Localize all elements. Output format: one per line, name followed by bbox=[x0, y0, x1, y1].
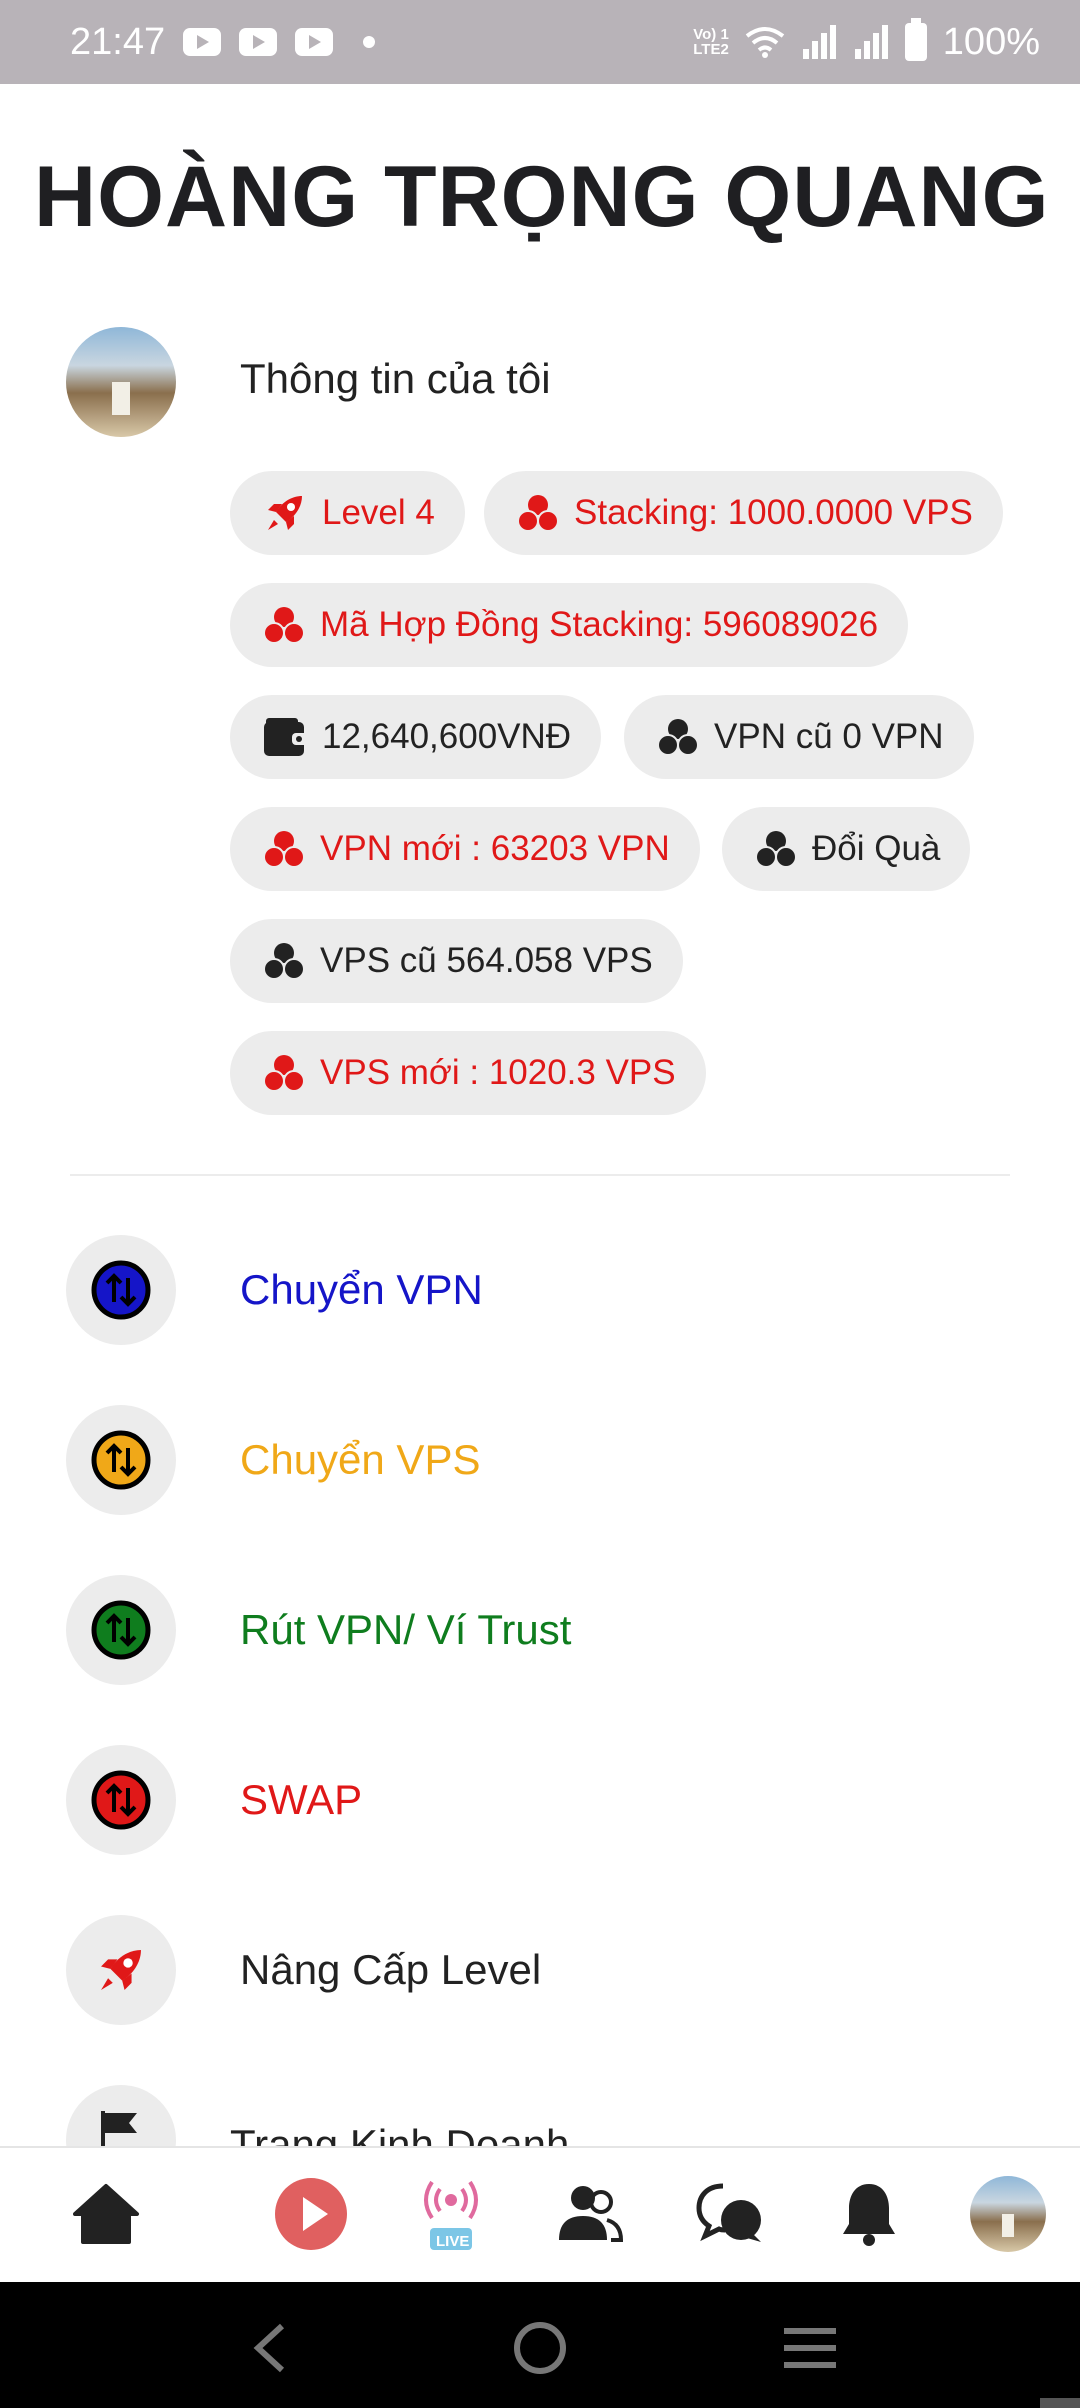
vps-old-chip[interactable]: VPS cũ 564.058 VPS bbox=[230, 919, 683, 1003]
signal-icon bbox=[802, 25, 836, 59]
youtube-notification-icon bbox=[295, 28, 334, 56]
wallet-icon bbox=[264, 718, 308, 756]
vpn-new-label: VPN mới : 63203 VPN bbox=[320, 829, 670, 868]
coins-icon bbox=[263, 1055, 305, 1092]
wallet-balance: 12,640,600VNĐ bbox=[322, 717, 572, 756]
bottom-navigation: LIVE bbox=[0, 2146, 1080, 2282]
divider bbox=[70, 1174, 1010, 1176]
menu-icon-container bbox=[66, 1575, 176, 1685]
nav-home[interactable] bbox=[66, 2174, 146, 2254]
nav-profile[interactable] bbox=[968, 2174, 1048, 2254]
level-chip-label: Level 4 bbox=[322, 493, 435, 532]
battery-percent: 100% bbox=[942, 20, 1040, 63]
stacking-contract-label: Mã Hợp Đồng Stacking: 596089026 bbox=[320, 605, 879, 644]
coins-icon bbox=[263, 943, 305, 980]
signal-icon bbox=[854, 25, 888, 59]
vps-new-label: VPS mới : 1020.3 VPS bbox=[320, 1053, 676, 1092]
live-badge: LIVE bbox=[436, 2233, 470, 2250]
stacking-chip-label: Stacking: 1000.0000 VPS bbox=[574, 493, 973, 532]
vps-old-label: VPS cũ 564.058 VPS bbox=[320, 941, 653, 980]
avatar[interactable] bbox=[66, 327, 176, 437]
recents-button[interactable] bbox=[780, 2318, 840, 2378]
rocket-icon bbox=[101, 1950, 141, 1990]
more-notifications-dot-icon bbox=[363, 36, 376, 48]
nav-notifications[interactable] bbox=[829, 2174, 909, 2254]
stacking-chip[interactable]: Stacking: 1000.0000 VPS bbox=[484, 471, 1003, 555]
swap-vertical-icon bbox=[91, 1260, 151, 1320]
battery-icon bbox=[904, 18, 927, 61]
menu-icon-container bbox=[66, 2085, 176, 2146]
nav-play[interactable] bbox=[271, 2174, 351, 2254]
back-button[interactable] bbox=[240, 2318, 300, 2378]
nav-chat[interactable] bbox=[690, 2174, 770, 2254]
menu-label-business-page: Trang Kinh Doanh bbox=[230, 2121, 570, 2146]
menu-item-business-page[interactable]: Trang Kinh Doanh bbox=[66, 2085, 1016, 2146]
rocket-icon bbox=[268, 496, 302, 530]
menu-icon-container bbox=[66, 1235, 176, 1345]
nav-live[interactable]: LIVE bbox=[411, 2174, 491, 2254]
menu-item-transfer-vpn[interactable]: Chuyển VPN bbox=[66, 1235, 1016, 1345]
coins-icon bbox=[657, 719, 699, 756]
back-icon bbox=[253, 2323, 285, 2373]
menu-label-withdraw-vpn: Rút VPN/ Ví Trust bbox=[240, 1606, 572, 1653]
wifi-icon bbox=[745, 27, 785, 58]
menu-label-transfer-vpn: Chuyển VPN bbox=[240, 1266, 483, 1313]
menu-label-upgrade-level: Nâng Cấp Level bbox=[240, 1946, 542, 1993]
menu-label-transfer-vps: Chuyển VPS bbox=[240, 1436, 481, 1483]
coins-icon bbox=[755, 831, 797, 868]
my-info-link[interactable]: Thông tin của tôi bbox=[240, 355, 551, 403]
menu-icon-container bbox=[66, 1405, 176, 1515]
page-title: HOÀNG TRỌNG QUANG bbox=[34, 149, 1050, 245]
swap-vertical-icon bbox=[91, 1770, 151, 1830]
youtube-notification-icon bbox=[183, 28, 222, 56]
menu-item-transfer-vps[interactable]: Chuyển VPS bbox=[66, 1405, 1016, 1515]
coins-icon bbox=[517, 495, 559, 532]
gift-exchange-chip[interactable]: Đổi Quà bbox=[722, 807, 971, 891]
home-icon bbox=[73, 2184, 139, 2244]
gift-exchange-label: Đổi Quà bbox=[812, 829, 941, 868]
level-chip[interactable]: Level 4 bbox=[230, 471, 465, 555]
stacking-contract-chip[interactable]: Mã Hợp Đồng Stacking: 596089026 bbox=[230, 583, 909, 667]
swap-vertical-icon bbox=[91, 1430, 151, 1490]
swap-vertical-icon bbox=[91, 1600, 151, 1660]
play-icon bbox=[275, 2178, 347, 2250]
vpn-new-chip[interactable]: VPN mới : 63203 VPN bbox=[230, 807, 700, 891]
menu-icon-container bbox=[66, 1745, 176, 1855]
wallet-chip[interactable]: 12,640,600VNĐ bbox=[230, 695, 602, 779]
flag-icon bbox=[101, 2111, 137, 2146]
volte-indicator: Vo) 1 LTE2 bbox=[693, 26, 729, 58]
menu-icon-container bbox=[66, 1915, 176, 2025]
coins-icon bbox=[263, 831, 305, 868]
bell-icon bbox=[843, 2184, 895, 2246]
chat-icon bbox=[696, 2183, 761, 2242]
status-time: 21:47 bbox=[70, 20, 166, 63]
vps-new-chip[interactable]: VPS mới : 1020.3 VPS bbox=[230, 1031, 706, 1115]
status-bar: 21:47 Vo) 1 LTE2 100% bbox=[0, 0, 1080, 84]
menu-item-upgrade-level[interactable]: Nâng Cấp Level bbox=[66, 1915, 1016, 2025]
system-navigation-bar bbox=[0, 2282, 1080, 2408]
avatar bbox=[970, 2176, 1046, 2252]
menu-label-swap: SWAP bbox=[240, 1776, 363, 1823]
vpn-old-chip[interactable]: VPN cũ 0 VPN bbox=[624, 695, 974, 779]
users-icon bbox=[559, 2186, 624, 2242]
menu-item-withdraw-vpn[interactable]: Rút VPN/ Ví Trust bbox=[66, 1575, 1016, 1685]
coins-icon bbox=[263, 607, 305, 644]
status-right: Vo) 1 LTE2 100% bbox=[693, 18, 1040, 64]
corner-indicator bbox=[1040, 2398, 1080, 2408]
circle-home-icon bbox=[514, 2322, 566, 2374]
menu-item-swap[interactable]: SWAP bbox=[66, 1745, 1016, 1855]
youtube-notification-icon bbox=[239, 28, 278, 56]
status-left: 21:47 bbox=[70, 20, 376, 64]
menu-lines-icon bbox=[784, 2328, 836, 2368]
vpn-old-label: VPN cũ 0 VPN bbox=[714, 717, 944, 756]
home-system-button[interactable] bbox=[510, 2318, 570, 2378]
nav-friends[interactable] bbox=[550, 2174, 630, 2254]
